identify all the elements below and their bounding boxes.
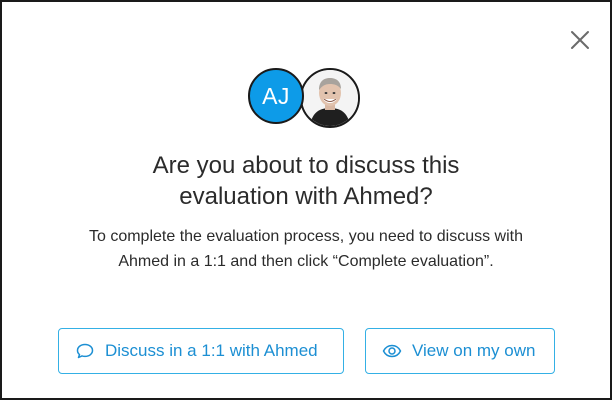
avatar-photo	[300, 68, 360, 128]
dialog-title-line: Are you about to discuss this	[152, 152, 460, 179]
evaluation-discuss-dialog: AJ Are you about to discuss this evaluat…	[0, 0, 612, 400]
eye-icon	[382, 341, 402, 361]
avatar-initials: AJ	[248, 68, 304, 124]
view-button-label: View on my own	[412, 341, 536, 360]
dialog-description-line: Ahmed in a 1:1 and then click “Complete …	[118, 253, 494, 270]
view-on-my-own-button[interactable]: View on my own	[365, 328, 555, 374]
avatar-group: AJ	[248, 68, 368, 128]
dialog-description: To complete the evaluation process, you …	[2, 224, 610, 274]
dialog-description-line: To complete the evaluation process, you …	[88, 228, 524, 245]
user-photo	[302, 70, 358, 126]
discuss-one-on-one-button[interactable]: Discuss in a 1:1 with Ahmed	[58, 328, 344, 374]
dialog-title: Are you about to discuss this evaluation…	[2, 150, 610, 212]
dialog-title-line: evaluation with Ahmed?	[179, 183, 433, 210]
discuss-button-label: Discuss in a 1:1 with Ahmed	[105, 341, 318, 360]
close-icon	[571, 31, 589, 49]
close-button[interactable]	[568, 28, 592, 52]
chat-bubble-icon	[75, 341, 95, 361]
